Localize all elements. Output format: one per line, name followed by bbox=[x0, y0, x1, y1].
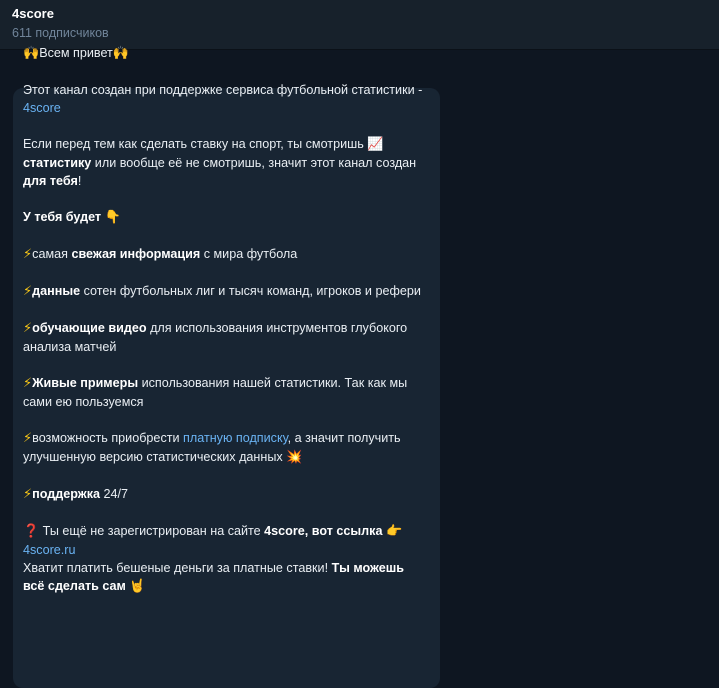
question-mark-icon: ❓ bbox=[23, 524, 40, 539]
chat-header[interactable]: 4score 611 подписчиков bbox=[0, 0, 719, 50]
side-panel bbox=[446, 50, 719, 610]
channel-title[interactable]: 4score bbox=[12, 6, 54, 21]
collision-icon: 💥 bbox=[286, 450, 303, 465]
lightning-icon: ⚡ bbox=[23, 284, 33, 299]
lightning-icon: ⚡ bbox=[23, 431, 33, 446]
benefit-item: ⚡самая свежая информация с мира футбола bbox=[23, 247, 298, 262]
lightning-icon: ⚡ bbox=[23, 487, 33, 502]
raised-hands-icon: 🙌 bbox=[112, 46, 129, 61]
lightning-icon: ⚡ bbox=[23, 376, 33, 391]
signup-link[interactable]: 4score.ru bbox=[23, 543, 76, 557]
intro-paragraph: Этот канал создан при поддержке сервиса … bbox=[23, 83, 423, 115]
point-right-icon: 👉 bbox=[385, 524, 403, 539]
benefit-item: ⚡Живые примеры использования нашей стати… bbox=[23, 376, 408, 409]
audience-paragraph: Если перед тем как сделать ставку на спо… bbox=[23, 137, 417, 188]
chart-up-icon: 📈 bbox=[367, 137, 384, 152]
raised-hands-icon: 🙌 bbox=[23, 46, 40, 61]
call-to-action: ❓ Ты ещё не зарегистрирован на сайте 4sc… bbox=[23, 524, 405, 594]
greeting-line: 🙌Всем привет🙌 bbox=[23, 46, 129, 61]
rock-on-icon: 🤘 bbox=[129, 579, 146, 594]
benefit-item: ⚡обучающие видео для использования инстр… bbox=[23, 321, 408, 354]
site-link[interactable]: 4score bbox=[23, 101, 61, 115]
point-down-icon: 👇 bbox=[104, 210, 121, 225]
benefit-item: ⚡возможность приобрести платную подписку… bbox=[23, 431, 401, 465]
paid-subscription-link[interactable]: платную подписку bbox=[183, 431, 288, 445]
lightning-icon: ⚡ bbox=[23, 247, 33, 262]
lightning-icon: ⚡ bbox=[23, 321, 33, 336]
message-text: 🙌Всем привет🙌 Этот канал создан при подд… bbox=[23, 44, 428, 614]
benefit-item: ⚡данные сотен футбольных лиг и тысяч ком… bbox=[23, 284, 421, 299]
benefit-item: ⚡поддержка 24/7 bbox=[23, 487, 129, 502]
subscriber-count: 611 подписчиков bbox=[12, 26, 109, 40]
benefits-heading: У тебя будет 👇 bbox=[23, 210, 121, 225]
